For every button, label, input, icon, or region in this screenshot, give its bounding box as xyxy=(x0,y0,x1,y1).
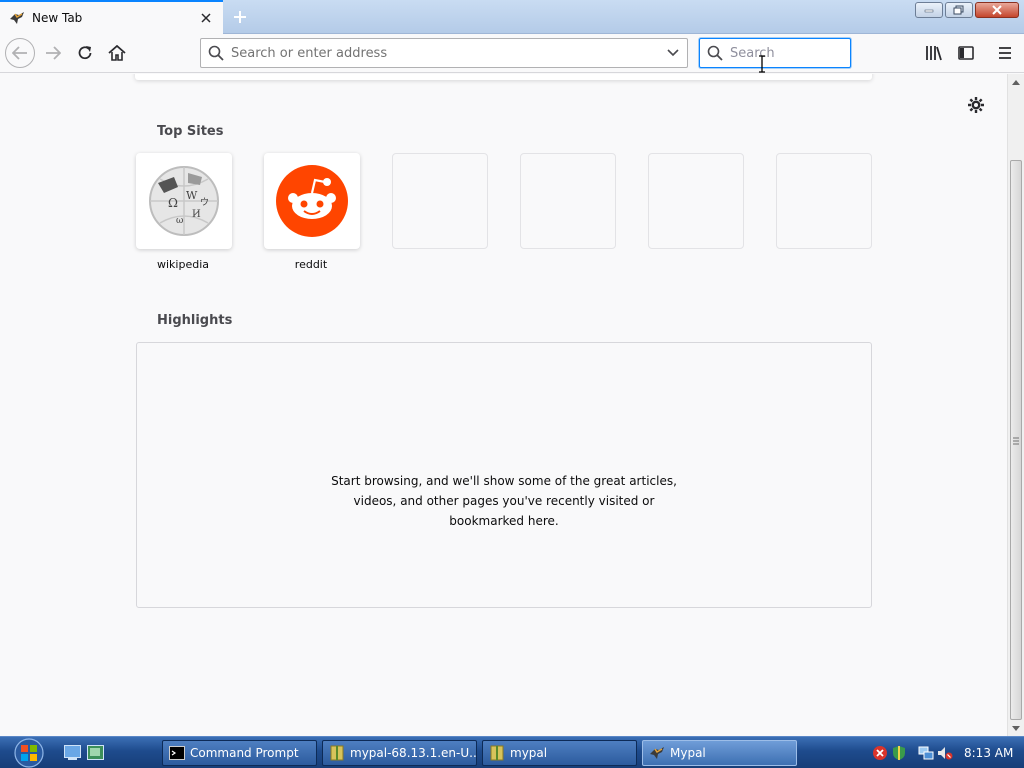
security-shield-icon[interactable] xyxy=(891,745,907,761)
chevron-down-icon xyxy=(1012,725,1020,731)
highlights-title: Highlights xyxy=(157,313,233,328)
home-icon xyxy=(108,45,126,61)
library-button[interactable] xyxy=(919,38,949,68)
taskbar: Command Prompt mypal-68.13.1.en-U... myp… xyxy=(0,736,1024,768)
url-bar[interactable] xyxy=(200,38,688,68)
reload-icon xyxy=(78,46,92,60)
search-bar[interactable] xyxy=(699,38,851,68)
sidebar-button[interactable] xyxy=(951,38,981,68)
task-label: Command Prompt xyxy=(190,746,299,760)
task-label: mypal xyxy=(510,746,548,760)
start-button[interactable] xyxy=(9,737,49,768)
menu-button[interactable] xyxy=(990,38,1020,68)
back-button[interactable] xyxy=(5,38,35,68)
forward-arrow-icon xyxy=(46,46,61,60)
task-mypal-browser[interactable]: Mypal xyxy=(642,740,797,766)
mypal-icon xyxy=(10,12,24,24)
clock[interactable]: 8:13 AM xyxy=(964,746,1013,760)
task-label: mypal-68.13.1.en-U... xyxy=(350,746,476,760)
scrollbar-thumb[interactable] xyxy=(1010,160,1022,720)
top-sites-title: Top Sites xyxy=(157,124,224,139)
task-mypal-archive[interactable]: mypal-68.13.1.en-U... xyxy=(322,740,477,766)
volume-muted-icon[interactable] xyxy=(937,745,953,761)
top-site-empty xyxy=(520,153,616,249)
task-label: Mypal xyxy=(670,746,706,760)
close-icon xyxy=(992,5,1002,15)
search-icon xyxy=(201,45,231,61)
search-input[interactable] xyxy=(730,45,840,61)
task-command-prompt[interactable]: Command Prompt xyxy=(162,740,317,766)
restore-icon xyxy=(953,5,964,15)
top-site-reddit[interactable] xyxy=(264,153,360,249)
network-icon[interactable] xyxy=(918,745,934,761)
window-controls xyxy=(915,2,1019,18)
text-cursor-icon xyxy=(759,55,765,73)
highlights-empty-state: Start browsing, and we'll show some of t… xyxy=(136,342,872,608)
wikipedia-globe-icon: Ω W И ω ウ xyxy=(149,166,219,236)
vertical-scrollbar[interactable] xyxy=(1007,74,1024,736)
top-site-wikipedia[interactable]: Ω W И ω ウ xyxy=(136,153,232,249)
chevron-down-icon xyxy=(667,49,679,57)
chevron-up-icon xyxy=(1012,79,1020,85)
minimize-button[interactable] xyxy=(915,2,943,18)
window-close-button[interactable] xyxy=(975,2,1019,18)
navigation-toolbar xyxy=(0,34,1024,73)
grip-icon xyxy=(1013,437,1019,445)
new-tab-page: Top Sites Ω W И ω ウ wikipedia reddit Hig… xyxy=(0,74,1007,736)
settings-button[interactable] xyxy=(965,94,987,116)
archive-icon xyxy=(330,745,344,761)
back-arrow-icon xyxy=(12,46,27,60)
gear-icon xyxy=(968,97,984,113)
sidebar-icon xyxy=(958,46,974,60)
archive-icon xyxy=(490,745,504,761)
cmd-icon xyxy=(169,746,185,760)
hamburger-menu-icon xyxy=(999,47,1011,59)
close-icon[interactable] xyxy=(198,10,214,26)
new-tab-button[interactable] xyxy=(228,5,252,29)
svg-text:ウ: ウ xyxy=(200,197,209,208)
show-desktop-icon[interactable] xyxy=(64,745,81,760)
title-bar: New Tab xyxy=(0,0,1024,34)
error-icon[interactable] xyxy=(872,745,888,761)
svg-text:И: И xyxy=(192,209,201,220)
svg-text:ω: ω xyxy=(176,216,183,226)
forward-button[interactable] xyxy=(38,38,68,68)
svg-text:W: W xyxy=(186,189,198,202)
mypal-icon xyxy=(650,747,664,759)
search-icon xyxy=(700,45,730,61)
minimize-icon xyxy=(924,9,934,13)
reddit-icon xyxy=(276,165,348,237)
switch-windows-icon[interactable] xyxy=(87,745,104,760)
url-input[interactable] xyxy=(231,45,659,61)
tab-new-tab[interactable]: New Tab xyxy=(0,0,223,34)
url-dropdown-button[interactable] xyxy=(659,39,687,67)
windows-logo-icon xyxy=(14,738,44,768)
svg-text:Ω: Ω xyxy=(168,196,178,210)
top-site-empty xyxy=(392,153,488,249)
search-card xyxy=(135,74,872,80)
restore-button[interactable] xyxy=(945,2,973,18)
tab-title: New Tab xyxy=(32,11,83,25)
reload-button[interactable] xyxy=(70,38,100,68)
system-tray: 8:13 AM xyxy=(872,740,1024,766)
highlights-message: Start browsing, and we'll show some of t… xyxy=(331,474,677,528)
plus-icon xyxy=(234,11,246,23)
scroll-up-button[interactable] xyxy=(1008,74,1024,90)
home-button[interactable] xyxy=(102,38,132,68)
top-site-empty xyxy=(776,153,872,249)
top-site-label[interactable]: reddit xyxy=(263,258,359,271)
scroll-down-button[interactable] xyxy=(1008,720,1024,736)
library-icon xyxy=(926,46,942,61)
task-mypal-folder[interactable]: mypal xyxy=(482,740,637,766)
top-site-label[interactable]: wikipedia xyxy=(135,258,231,271)
top-site-empty xyxy=(648,153,744,249)
